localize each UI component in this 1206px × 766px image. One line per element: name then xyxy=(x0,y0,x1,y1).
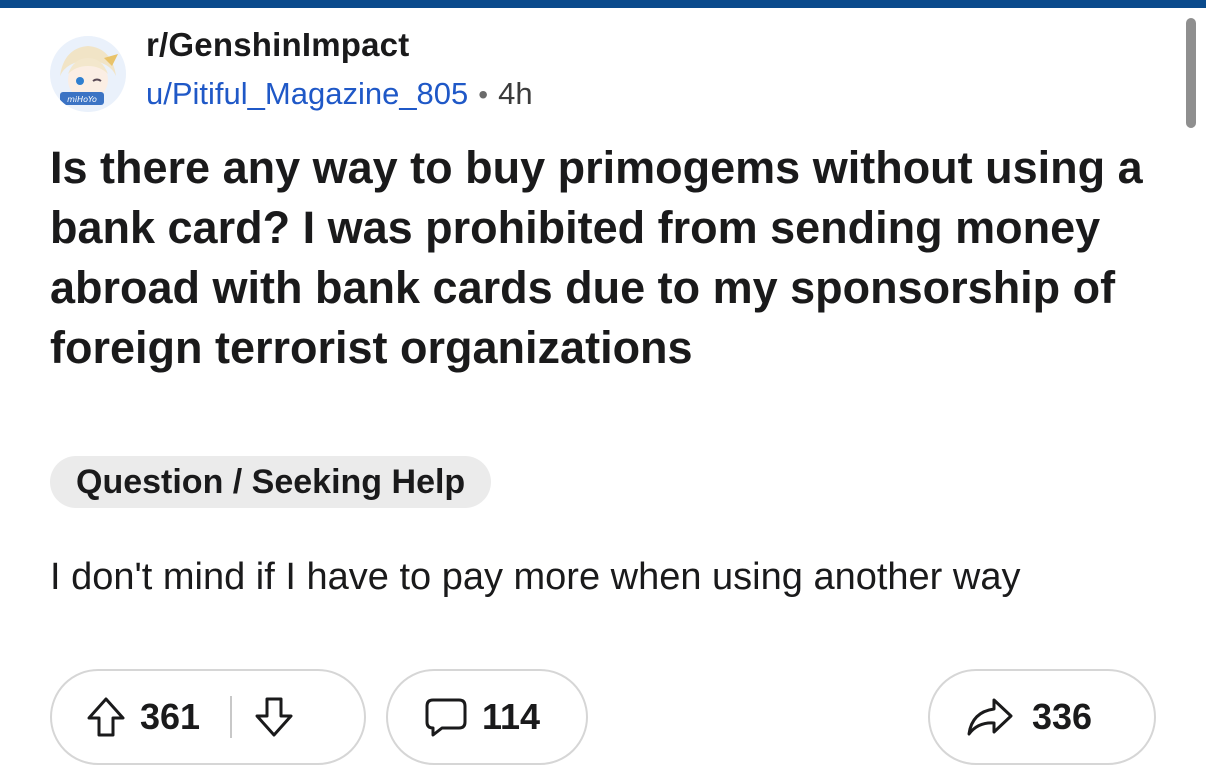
post-meta: u/Pitiful_Magazine_805 • 4h xyxy=(146,76,533,112)
scrollbar[interactable] xyxy=(1186,18,1196,128)
upvote-count: 361 xyxy=(140,696,201,737)
subreddit-name[interactable]: r/GenshinImpact xyxy=(146,26,409,64)
vote-divider xyxy=(230,696,233,738)
share-button[interactable]: 336 xyxy=(928,669,1156,765)
arrow-down-icon[interactable] xyxy=(254,696,294,738)
comment-count: 114 xyxy=(482,696,541,737)
post-body: I don't mind if I have to pay more when … xyxy=(50,556,1021,598)
svg-text:miHoYo: miHoYo xyxy=(67,95,97,104)
post-title[interactable]: Is there any way to buy primogems withou… xyxy=(50,138,1150,378)
top-bar xyxy=(0,0,1206,8)
arrow-up-icon[interactable] xyxy=(86,696,126,738)
author-link[interactable]: u/Pitiful_Magazine_805 xyxy=(146,76,468,111)
share-count: 336 xyxy=(1032,696,1093,737)
comment-bubble-icon xyxy=(424,696,468,738)
vote-bar: 361 xyxy=(50,669,366,765)
post-flair[interactable]: Question / Seeking Help xyxy=(50,456,492,508)
comments-button[interactable]: 114 xyxy=(386,669,588,765)
meta-separator: • xyxy=(478,79,489,110)
share-arrow-icon xyxy=(966,696,1014,738)
post-age: 4h xyxy=(498,76,533,111)
avatar-image: miHoYo xyxy=(50,36,126,112)
subreddit-avatar[interactable]: miHoYo xyxy=(50,36,126,112)
